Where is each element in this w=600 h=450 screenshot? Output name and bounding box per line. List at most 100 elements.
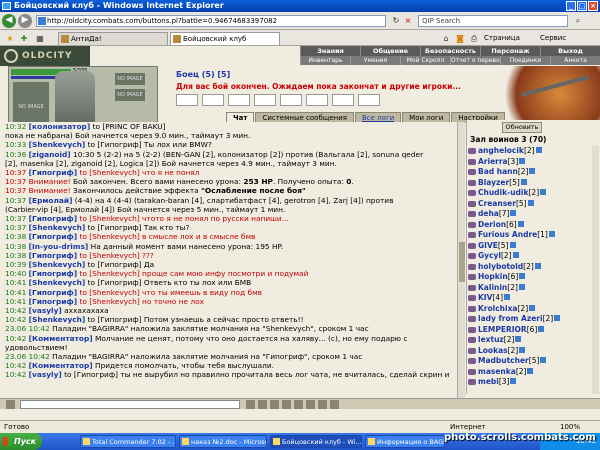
player-name[interactable]: Kalinin <box>478 283 507 292</box>
info-icon[interactable] <box>540 357 547 363</box>
home-icon[interactable]: ⌂ <box>440 33 452 45</box>
fighter-name[interactable]: Боец (5) [5] <box>176 70 230 79</box>
player-entry[interactable]: lextuz[2] <box>468 335 596 346</box>
submenu-profile[interactable]: Анкета <box>550 56 600 65</box>
equipment-slot[interactable]: NO IMAGE <box>115 89 145 101</box>
scroll-lock-icon[interactable] <box>294 400 303 409</box>
tab-antida[interactable]: АнтиДа! <box>58 32 168 45</box>
info-icon[interactable] <box>518 283 525 290</box>
chat-author-link[interactable]: [vasyly] <box>29 370 62 379</box>
menu-character[interactable]: Персонаж <box>480 46 540 56</box>
info-icon[interactable] <box>527 199 534 206</box>
refresh-button[interactable]: Обновить <box>502 122 542 133</box>
taskbar-item[interactable]: Бойцовский клуб - Wi... <box>270 435 362 448</box>
attack-slot[interactable] <box>306 94 328 106</box>
filter-icon[interactable] <box>282 400 291 409</box>
attack-slot[interactable] <box>202 94 224 106</box>
info-icon[interactable] <box>519 346 526 353</box>
player-entry[interactable]: anghelocik[2] <box>468 146 596 157</box>
chat-author-link[interactable]: [Гипогриф] <box>29 168 78 177</box>
chat-author-link[interactable]: [Комментатор] <box>29 334 93 343</box>
close-button[interactable]: × <box>588 1 598 11</box>
tab-list-icon[interactable]: ▦ <box>34 33 46 45</box>
chat-author-link[interactable]: [Гипогриф] <box>29 251 78 260</box>
player-entry[interactable]: Madbutcher[5] <box>468 356 596 367</box>
stop-icon[interactable]: × <box>402 15 414 27</box>
chat-author-link[interactable]: [vasyly] <box>29 306 62 315</box>
taskbar-item[interactable]: Информация о BAGIRR... <box>365 435 445 448</box>
taskbar-item[interactable]: наказ №2.doc - Microso... <box>179 435 267 448</box>
info-icon[interactable] <box>527 367 534 374</box>
forward-button[interactable]: ▶ <box>18 14 32 28</box>
player-name[interactable]: Madbutcher <box>478 356 529 365</box>
chat-author-link[interactable]: [In-you-drims] <box>29 242 89 251</box>
player-name[interactable]: Bad hann <box>478 167 518 176</box>
info-icon[interactable] <box>529 304 536 311</box>
back-button[interactable]: ◀ <box>2 14 16 28</box>
player-name[interactable]: deha <box>478 209 499 218</box>
attack-slot[interactable] <box>176 94 198 106</box>
player-entry[interactable]: masenka[2] <box>468 367 596 378</box>
player-name[interactable]: masenka <box>478 367 516 376</box>
attack-slot[interactable] <box>228 94 250 106</box>
favorites-star-icon[interactable]: ★ <box>4 33 16 45</box>
menu-knowledge[interactable]: Знания <box>300 46 360 56</box>
player-name[interactable]: lady from Azeri <box>478 314 543 323</box>
player-name[interactable]: Lookas <box>478 346 508 355</box>
info-icon[interactable] <box>535 147 542 153</box>
player-name[interactable]: Derion <box>478 220 506 229</box>
player-entry[interactable]: LEMPERIOR[6] <box>468 325 596 336</box>
player-entry[interactable]: KIV[4] <box>468 293 596 304</box>
submenu-my-scroll[interactable]: Мой Скролл <box>400 56 450 65</box>
info-icon[interactable] <box>512 252 519 258</box>
player-name[interactable]: Gycyl <box>478 251 501 260</box>
player-name[interactable]: Hopkin <box>478 272 508 281</box>
minimize-button[interactable]: _ <box>566 1 576 11</box>
player-entry[interactable]: Blayzer[5] <box>468 178 596 189</box>
player-name[interactable]: Arierra <box>478 157 508 166</box>
player-name[interactable]: Furious Andre <box>478 230 537 239</box>
player-name[interactable]: Blayzer <box>478 178 509 187</box>
print-icon[interactable]: ⎙ <box>468 33 480 45</box>
chat-author-link[interactable]: [Комментатор] <box>29 361 93 370</box>
info-icon[interactable] <box>529 168 536 174</box>
info-icon[interactable] <box>509 241 516 248</box>
player-entry[interactable]: Furious Andre[1] <box>468 230 596 241</box>
chat-author-link[interactable]: [Shenkevych] <box>29 223 86 232</box>
add-favorites-icon[interactable]: ✚ <box>18 33 30 45</box>
chat-author-link[interactable]: [Ермолай] <box>29 196 73 205</box>
search-input[interactable]: QIP Search <box>418 15 568 27</box>
info-icon[interactable] <box>515 336 522 342</box>
equipment-slot[interactable]: NO IMAGE <box>115 73 145 85</box>
player-entry[interactable]: deha[7] <box>468 209 596 220</box>
player-name[interactable]: anghelocik <box>478 146 524 155</box>
player-entry[interactable]: Hopkin[6] <box>468 272 596 283</box>
player-entry[interactable]: Derion[6] <box>468 220 596 231</box>
info-icon[interactable] <box>519 273 526 279</box>
chat-author-link[interactable]: [Гипогриф] <box>29 269 78 278</box>
tab-fight-club[interactable]: Бойцовский клуб <box>170 32 280 45</box>
chat-author-link[interactable]: [Shenkevych] <box>29 140 86 149</box>
menu-exit[interactable]: Выход <box>540 46 600 56</box>
address-bar[interactable]: http://oldcity.combats.com/buttons.pl?ba… <box>36 15 386 27</box>
chat-author-link[interactable]: [ziganoid] <box>29 150 71 159</box>
search-icon[interactable]: ⌕ <box>572 15 584 27</box>
attack-slot[interactable] <box>358 94 380 106</box>
chat-author-link[interactable]: [Shenkevych] <box>29 315 86 324</box>
attack-slot[interactable] <box>254 94 276 106</box>
player-name[interactable]: holybotold <box>478 262 523 271</box>
player-name[interactable]: GIVE <box>478 241 498 250</box>
tools-menu[interactable]: Сервис <box>540 33 566 44</box>
chat-author-link[interactable]: [Гипогриф] <box>29 214 78 223</box>
feeds-icon[interactable]: ◙ <box>454 33 466 45</box>
refresh-icon[interactable]: ↻ <box>390 15 402 27</box>
info-icon[interactable] <box>538 325 545 332</box>
player-name[interactable]: LEMPERIOR <box>478 325 527 334</box>
info-icon[interactable] <box>504 294 511 300</box>
player-entry[interactable]: GIVE[5] <box>468 241 596 252</box>
submenu-inventory[interactable]: Инвентарь <box>300 56 350 65</box>
submenu-skills[interactable]: Умения <box>350 56 400 65</box>
player-name[interactable]: Creanser <box>478 199 516 208</box>
menu-security[interactable]: Безопасность <box>420 46 480 56</box>
player-entry[interactable]: Kalinin[2] <box>468 283 596 294</box>
